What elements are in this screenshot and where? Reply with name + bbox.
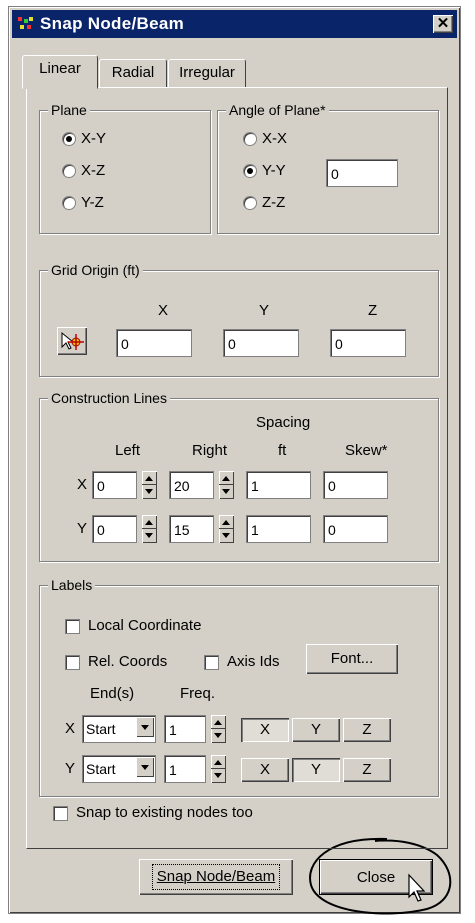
y-freq-input[interactable]: 1	[164, 755, 206, 783]
labels-group: Labels Local Coordinate Rel. Coords Axis…	[39, 576, 439, 797]
close-button[interactable]: Close	[319, 859, 433, 895]
construction-lines-group: Construction Lines Spacing Left Right ft…	[39, 389, 439, 562]
labels-legend: Labels	[48, 576, 96, 594]
snap-node-beam-button[interactable]: Snap Node/Beam	[139, 859, 293, 895]
x-left-input[interactable]: 0	[92, 471, 137, 499]
origin-x-input[interactable]: 0	[116, 329, 192, 357]
axis-ids-checkbox[interactable]: Axis Ids	[204, 652, 280, 672]
ends-header: End(s)	[90, 685, 135, 702]
tab-radial[interactable]: Radial	[99, 59, 167, 88]
y-right-spinner[interactable]	[219, 515, 234, 543]
y-right-input[interactable]: 15	[169, 515, 214, 543]
chevron-down-icon	[136, 717, 154, 737]
plane-yz-radio[interactable]: Y-Z	[62, 193, 104, 213]
app-icon	[18, 17, 33, 29]
angle-legend: Angle of Plane*	[226, 101, 329, 119]
x-end-select[interactable]: Start	[82, 715, 156, 743]
tab-linear[interactable]: Linear	[22, 55, 98, 89]
x-left-spinner[interactable]	[142, 471, 157, 499]
plane-xz-radio[interactable]: X-Z	[62, 161, 105, 181]
snap-existing-checkbox[interactable]: Snap to existing nodes too	[53, 803, 253, 823]
x-freq-spinner[interactable]	[211, 715, 226, 743]
y-label-z-toggle[interactable]: Z	[343, 758, 391, 782]
row-y-label: Y	[77, 520, 88, 537]
y-left-input[interactable]: 0	[92, 515, 137, 543]
construction-legend: Construction Lines	[48, 389, 170, 407]
y-label-x-toggle[interactable]: X	[241, 758, 289, 782]
angle-group: Angle of Plane* X-X Y-Y Z-Z 0	[217, 101, 439, 234]
angle-zz-radio[interactable]: Z-Z	[243, 193, 285, 213]
y-end-select[interactable]: Start	[82, 755, 156, 783]
snap-button-label: Snap Node/Beam	[151, 864, 281, 890]
skew-header: Skew*	[345, 442, 388, 459]
label-row-x: X	[65, 720, 76, 737]
spacing-unit: ft	[278, 442, 287, 459]
pick-origin-button[interactable]	[57, 327, 87, 355]
spacing-header: Spacing	[256, 414, 311, 431]
y-label-y-toggle[interactable]: Y	[292, 758, 340, 782]
chevron-down-icon	[136, 757, 154, 777]
grid-origin-group: Grid Origin (ft) X Y Z 0 0 0	[39, 261, 439, 377]
origin-z-label: Z	[368, 302, 378, 319]
angle-value-input[interactable]: 0	[326, 159, 398, 187]
origin-y-input[interactable]: 0	[223, 329, 299, 357]
y-spacing-input[interactable]: 1	[246, 515, 311, 543]
x-spacing-input[interactable]: 1	[246, 471, 311, 499]
plane-xy-radio[interactable]: X-Y	[62, 129, 106, 149]
label-row-y: Y	[65, 760, 76, 777]
x-right-input[interactable]: 20	[169, 471, 214, 499]
close-icon[interactable]: ✕	[433, 15, 453, 33]
angle-xx-radio[interactable]: X-X	[243, 129, 287, 149]
font-button[interactable]: Font...	[306, 644, 398, 674]
origin-y-label: Y	[259, 302, 270, 319]
plane-legend: Plane	[48, 101, 90, 119]
y-skew-input[interactable]: 0	[323, 515, 388, 543]
origin-z-input[interactable]: 0	[330, 329, 406, 357]
snap-node-beam-dialog: Snap Node/Beam ✕ Linear Radial Irregular…	[8, 6, 461, 915]
row-x-label: X	[77, 476, 88, 493]
angle-yy-radio[interactable]: Y-Y	[243, 161, 286, 181]
tab-panel: Plane X-Y X-Z Y-Z Angle of Plane* X-X Y-…	[26, 87, 448, 849]
x-skew-input[interactable]: 0	[323, 471, 388, 499]
x-label-y-toggle[interactable]: Y	[292, 718, 340, 742]
x-label-x-toggle[interactable]: X	[241, 718, 289, 742]
plane-group: Plane X-Y X-Z Y-Z	[39, 101, 211, 234]
pick-node-icon	[61, 331, 84, 350]
title-bar[interactable]: Snap Node/Beam ✕	[12, 10, 457, 38]
x-freq-input[interactable]: 1	[164, 715, 206, 743]
x-label-z-toggle[interactable]: Z	[343, 718, 391, 742]
left-header: Left	[115, 442, 141, 459]
right-header: Right	[192, 442, 228, 459]
x-right-spinner[interactable]	[219, 471, 234, 499]
rel-coords-checkbox[interactable]: Rel. Coords	[65, 652, 167, 672]
local-coordinate-checkbox[interactable]: Local Coordinate	[65, 616, 201, 636]
window-title: Snap Node/Beam	[40, 14, 185, 33]
tab-irregular[interactable]: Irregular	[168, 59, 246, 88]
origin-x-label: X	[158, 302, 169, 319]
grid-origin-legend: Grid Origin (ft)	[48, 261, 143, 279]
y-left-spinner[interactable]	[142, 515, 157, 543]
y-freq-spinner[interactable]	[211, 755, 226, 783]
freq-header: Freq.	[180, 685, 216, 702]
